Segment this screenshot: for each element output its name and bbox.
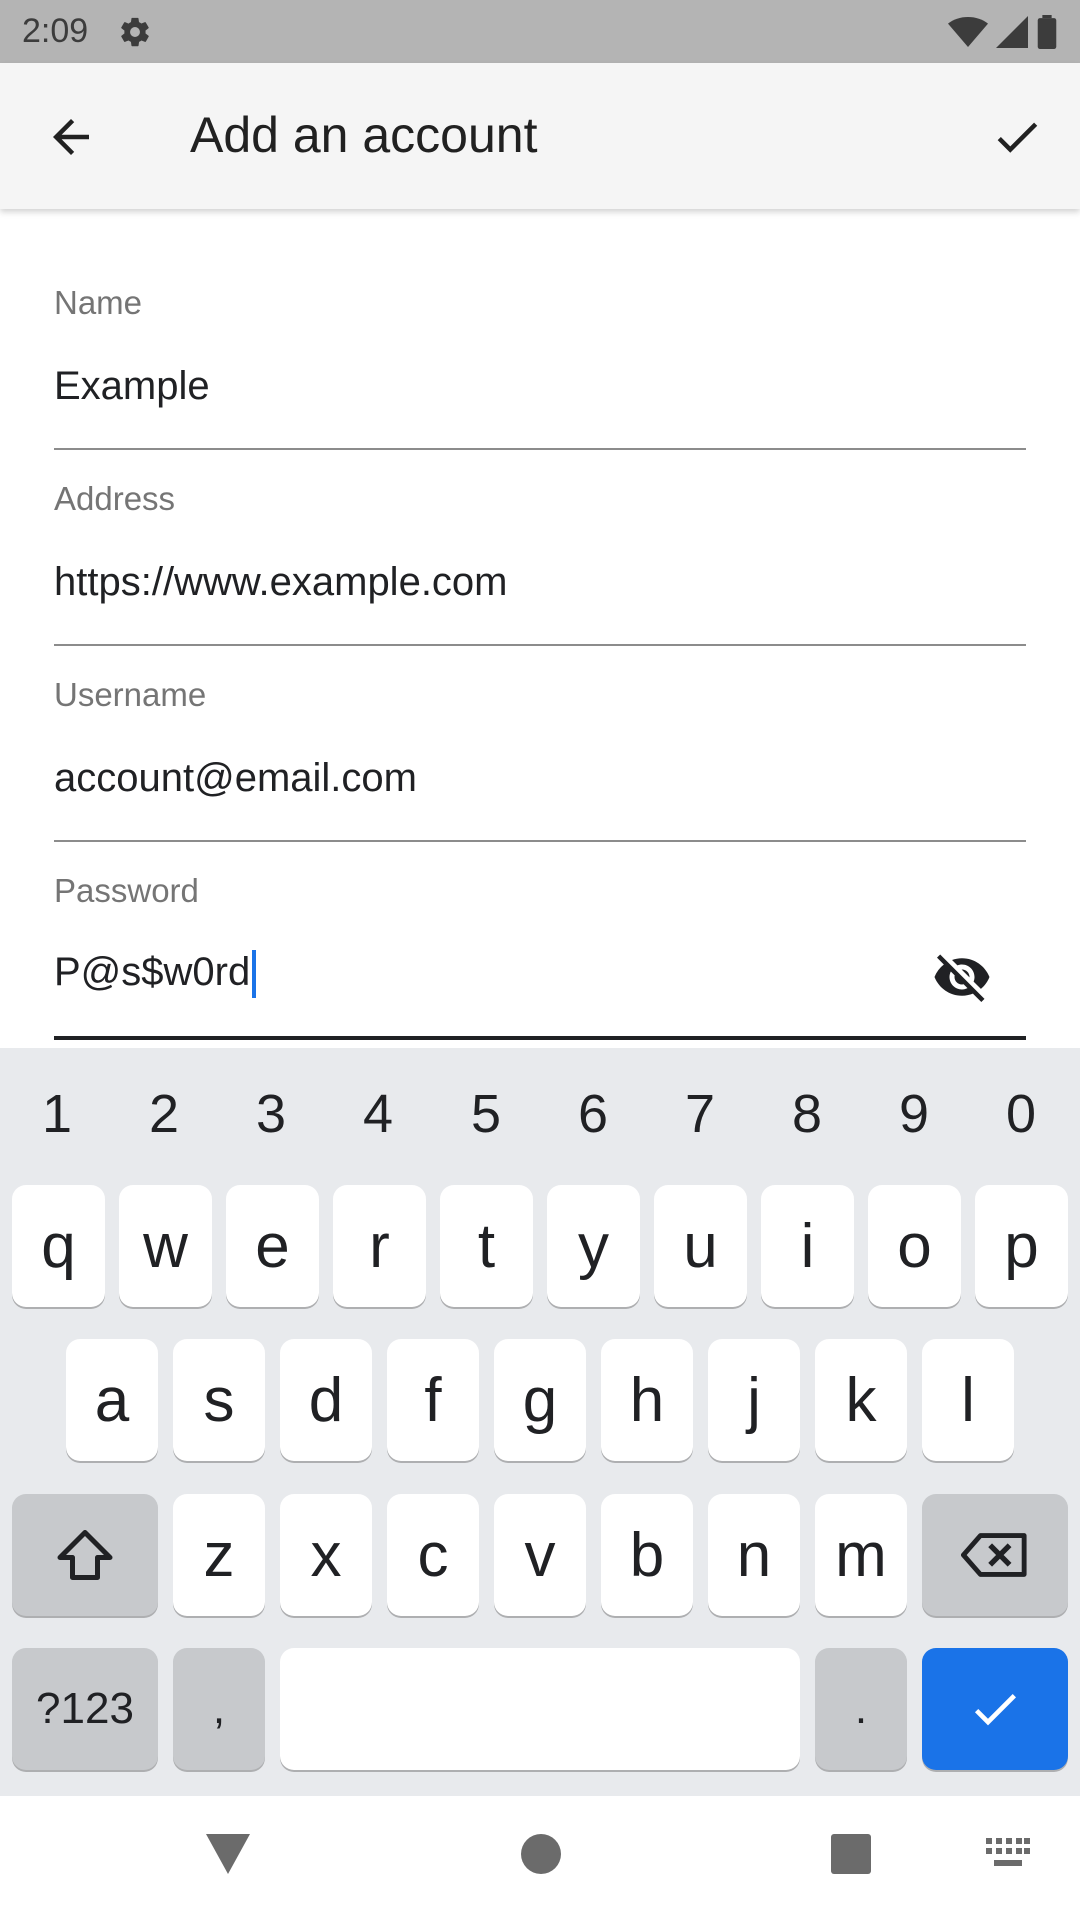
name-label: Name — [54, 284, 143, 321]
space-key[interactable] — [280, 1648, 800, 1770]
battery-icon — [1037, 14, 1057, 49]
key-b[interactable]: b — [601, 1494, 693, 1616]
done-key[interactable] — [922, 1648, 1068, 1770]
key-c[interactable]: c — [387, 1494, 479, 1616]
name-input[interactable]: Example — [54, 364, 210, 409]
address-field[interactable]: Address https://www.example.com — [54, 480, 1026, 648]
key-f[interactable]: f — [387, 1339, 479, 1461]
username-underline — [54, 840, 1026, 842]
key-5[interactable]: 5 — [446, 1083, 526, 1145]
key-m[interactable]: m — [815, 1494, 907, 1616]
check-icon — [974, 1694, 1016, 1726]
key-9[interactable]: 9 — [874, 1083, 954, 1145]
username-label: Username — [54, 676, 207, 713]
key-a[interactable]: a — [66, 1339, 158, 1461]
wifi-icon — [948, 16, 988, 47]
address-underline — [54, 644, 1026, 646]
address-label: Address — [54, 480, 176, 517]
key-4[interactable]: 4 — [338, 1083, 418, 1145]
check-icon[interactable] — [990, 110, 1044, 164]
signal-icon — [996, 15, 1028, 48]
key-3[interactable]: 3 — [231, 1083, 311, 1145]
app-bar: Add an account — [0, 63, 1080, 209]
status-bar: 2:09 — [0, 0, 1080, 63]
password-label: Password — [54, 872, 199, 909]
key-p[interactable]: p — [975, 1185, 1068, 1307]
key-0[interactable]: 0 — [981, 1083, 1061, 1145]
address-input[interactable]: https://www.example.com — [54, 560, 508, 605]
comma-key[interactable]: , — [173, 1648, 265, 1770]
text-cursor — [252, 950, 257, 999]
key-w[interactable]: w — [119, 1185, 212, 1307]
shift-key[interactable] — [12, 1494, 158, 1616]
on-screen-keyboard: 1 2 3 4 5 6 7 8 9 0 q w e r t y u i o p … — [0, 1048, 1080, 1796]
backspace-icon — [961, 1533, 1027, 1577]
username-field[interactable]: Username account@email.com — [54, 676, 1026, 844]
gear-icon — [121, 17, 149, 46]
keyboard-switch-icon[interactable] — [986, 1838, 1030, 1870]
nav-home-icon[interactable] — [521, 1834, 561, 1874]
key-n[interactable]: n — [708, 1494, 800, 1616]
password-input[interactable]: P@s$w0rd — [54, 950, 257, 999]
key-z[interactable]: z — [173, 1494, 265, 1616]
arrow-back-icon[interactable] — [44, 110, 98, 164]
key-h[interactable]: h — [601, 1339, 693, 1461]
key-r[interactable]: r — [333, 1185, 426, 1307]
page-title: Add an account — [190, 107, 538, 163]
navigation-bar — [0, 1796, 1080, 1920]
username-input[interactable]: account@email.com — [54, 756, 417, 801]
status-time: 2:09 — [22, 12, 89, 50]
key-d[interactable]: d — [280, 1339, 372, 1461]
key-u[interactable]: u — [654, 1185, 747, 1307]
key-1[interactable]: 1 — [17, 1083, 97, 1145]
number-row: 1 2 3 4 5 6 7 8 9 0 — [0, 1048, 1080, 1176]
key-q[interactable]: q — [12, 1185, 105, 1307]
key-v[interactable]: v — [494, 1494, 586, 1616]
nav-recents-icon[interactable] — [831, 1834, 871, 1874]
password-field[interactable]: Password P@s$w0rd — [54, 872, 1026, 1042]
key-x[interactable]: x — [280, 1494, 372, 1616]
comma-label: , — [212, 1684, 226, 1733]
status-icons — [948, 14, 1058, 49]
period-key[interactable]: . — [815, 1648, 907, 1770]
key-6[interactable]: 6 — [553, 1083, 633, 1145]
password-underline — [54, 1036, 1026, 1040]
key-o[interactable]: o — [868, 1185, 961, 1307]
key-j[interactable]: j — [708, 1339, 800, 1461]
key-l[interactable]: l — [922, 1339, 1014, 1461]
key-k[interactable]: k — [815, 1339, 907, 1461]
key-y[interactable]: y — [547, 1185, 640, 1307]
key-7[interactable]: 7 — [660, 1083, 740, 1145]
name-field[interactable]: Name Example — [54, 284, 1026, 452]
period-label: . — [854, 1684, 868, 1733]
key-e[interactable]: e — [226, 1185, 319, 1307]
key-2[interactable]: 2 — [124, 1083, 204, 1145]
key-s[interactable]: s — [173, 1339, 265, 1461]
symbols-key[interactable]: ?123 — [12, 1648, 158, 1770]
symbols-label: ?123 — [36, 1684, 134, 1733]
visibility-off-icon[interactable] — [932, 947, 992, 1007]
shift-icon — [57, 1530, 113, 1580]
name-underline — [54, 448, 1026, 450]
password-value: P@s$w0rd — [54, 950, 251, 994]
nav-back-icon[interactable] — [206, 1834, 250, 1874]
key-t[interactable]: t — [440, 1185, 533, 1307]
backspace-key[interactable] — [922, 1494, 1068, 1616]
key-i[interactable]: i — [761, 1185, 854, 1307]
key-g[interactable]: g — [494, 1339, 586, 1461]
key-8[interactable]: 8 — [767, 1083, 847, 1145]
